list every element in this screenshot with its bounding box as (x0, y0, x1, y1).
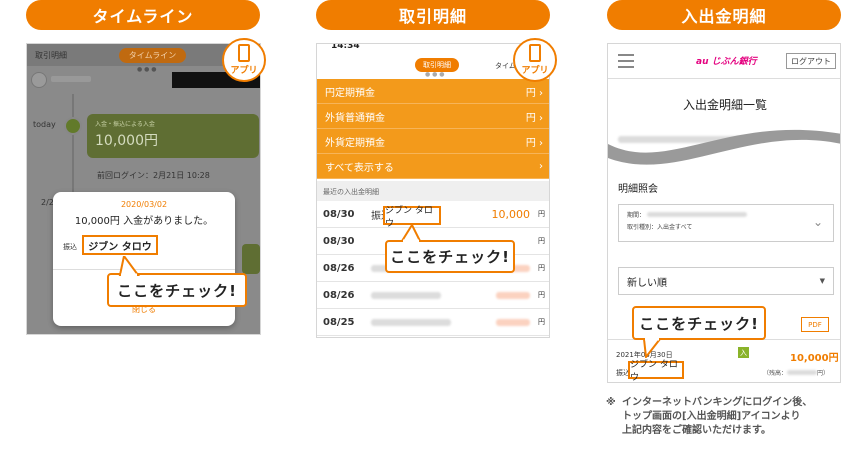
account-list: 円定期預金円 › 外貨普通預金円 › 外貨定期預金円 › すべて表示する › (317, 79, 549, 179)
timeline-header: タイムライン (26, 0, 260, 30)
callout-tail-history (642, 338, 663, 358)
callout-timeline: ここをチェック! (107, 273, 247, 307)
smartphone-icon (529, 44, 541, 62)
transactions-screenshot: 14:34 取引明細 タイム ● ● ● 円定期預金円 › 外貨普通預金円 › … (316, 43, 550, 338)
row-foreign-time[interactable]: 外貨定期預金円 › (317, 129, 549, 154)
callout-transactions: ここをチェック! (385, 240, 515, 273)
dropdown-arrow-icon: ▼ (819, 277, 825, 285)
footnote-line: インターネットバンキングにログイン後、 (622, 397, 813, 408)
callout-tail-transactions (400, 225, 422, 242)
deposit-history-header: 入出金明細 (607, 0, 841, 30)
entry-badge: 入 (738, 347, 749, 358)
tab-transactions-active[interactable]: 取引明細 (415, 58, 459, 72)
app-badge-label: アプリ (521, 66, 549, 76)
row-show-all[interactable]: すべて表示する › (317, 154, 549, 179)
deposit-title: 入金・振込による入金 (95, 121, 155, 128)
page-title: 入出金明細一覧 (682, 98, 767, 112)
transaction-row[interactable]: 08/25 円 (317, 309, 549, 336)
deposit-icon (64, 117, 82, 135)
tab-transactions[interactable]: 取引明細 (35, 50, 67, 61)
row-time-deposit[interactable]: 円定期預金円 › (317, 79, 549, 104)
highlight-name-timeline: ジブン タロウ (82, 235, 158, 255)
chevron-down-icon: ⌄ (812, 215, 823, 229)
sort-select[interactable]: 新しい順 ▼ (618, 267, 834, 295)
section-title: 明細照会 (618, 184, 658, 195)
highlight-name-transactions: ジブン タロウ (383, 206, 441, 229)
menu-icon[interactable] (618, 54, 634, 68)
bank-logo: au じぶん銀行 (696, 57, 757, 67)
transactions-header: 取引明細 (316, 0, 550, 30)
callout-tail-timeline (118, 256, 140, 276)
entry-balance: （残高： 円） (763, 370, 830, 377)
deposit-amount: 10,000円 (95, 133, 158, 149)
wave-divider (608, 129, 840, 174)
footnote-mark: ※ (606, 397, 616, 408)
recent-label: 最近の入出金明細 (317, 181, 549, 201)
tab-timeline[interactable]: タイムライン (118, 47, 187, 63)
last-login: 前回ログイン：2月21日 10:28 (97, 171, 210, 180)
row-foreign-savings[interactable]: 外貨普通預金円 › (317, 104, 549, 129)
transaction-row[interactable]: 08/26 円 (317, 282, 549, 309)
footnote-line: 上記内容をご確認いただけます。 (622, 425, 771, 436)
app-badge-label: アプリ (230, 66, 258, 76)
pdf-button[interactable]: PDF (801, 317, 829, 332)
callout-history: ここをチェック! (632, 306, 766, 340)
footnote-line: トップ画面の[入出金明細]アイコンより (622, 411, 801, 422)
app-badge-timeline: アプリ (222, 38, 266, 82)
smartphone-icon (238, 44, 250, 62)
filter-box[interactable]: 期間： 取引種別：入出金すべて ⌄ (618, 204, 834, 242)
today-label: today (33, 120, 56, 129)
footnote: ※ インターネットバンキングにログイン後、 トップ画面の[入出金明細]アイコンよ… (606, 396, 812, 436)
deposit-card[interactable]: 入金・振込による入金 10,000円 (87, 114, 259, 158)
logout-button[interactable]: ログアウト (786, 53, 836, 69)
highlight-name-history: ジブン タロウ (628, 360, 684, 383)
app-badge-transactions: アプリ (513, 38, 557, 82)
entry-amount: 10,000円 (790, 353, 839, 364)
dialog-date: 2020/03/02 (120, 200, 168, 209)
avatar (31, 72, 47, 88)
dialog-label: 振込 (63, 243, 77, 251)
status-time: 14:34 (331, 43, 360, 51)
dialog-message: 10,000円 入金がありました。 (74, 216, 214, 227)
